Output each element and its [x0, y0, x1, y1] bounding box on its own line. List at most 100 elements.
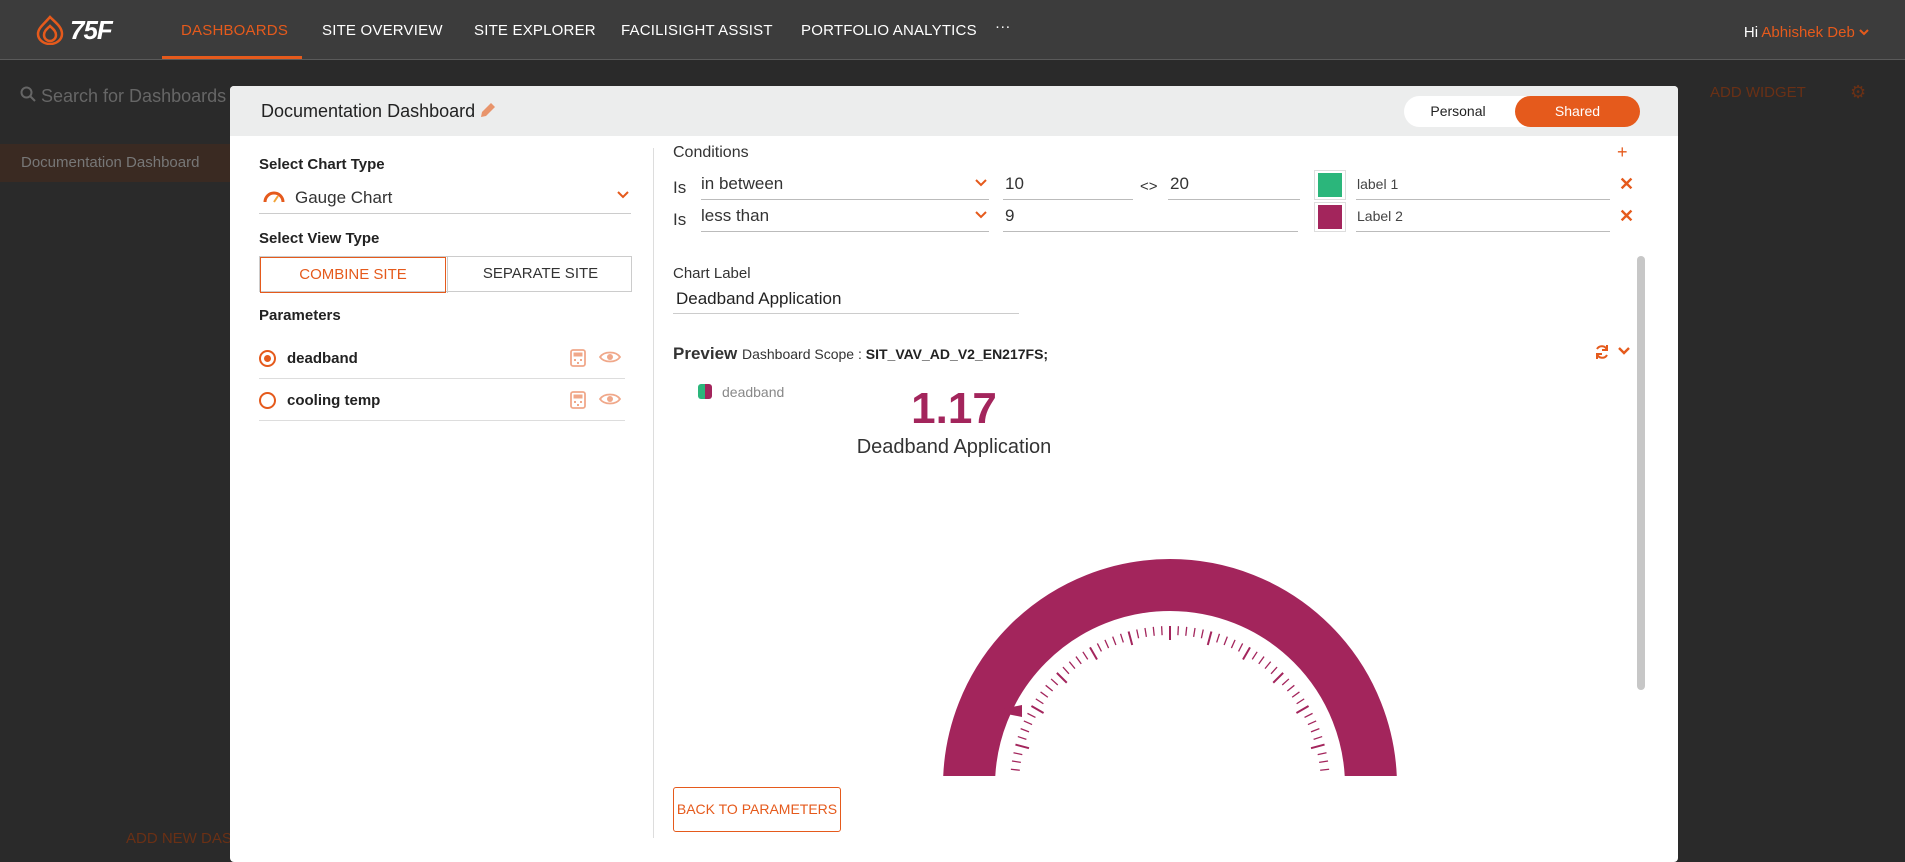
gauge-tick	[1068, 661, 1076, 670]
gauge-tick	[1040, 691, 1049, 698]
parameters-label: Parameters	[259, 307, 341, 324]
nav-active-underline	[162, 56, 302, 59]
refresh-icon[interactable]	[1594, 344, 1610, 360]
chart-type-value: Gauge Chart	[295, 188, 393, 207]
gauge-tick	[1027, 712, 1036, 719]
background-add-new: ADD NEW DAS	[126, 830, 232, 847]
chart-type-label: Select Chart Type	[259, 156, 385, 173]
nav-more-icon[interactable]: ···	[995, 18, 1011, 35]
background-dashboard-item-label: Documentation Dashboard	[21, 154, 200, 171]
gauge-tick	[1062, 666, 1070, 675]
back-to-parameters-button[interactable]: BACK TO PARAMETERS	[673, 787, 841, 832]
condition-label-input[interactable]: label 1	[1356, 170, 1610, 200]
gauge-tick	[1258, 656, 1265, 665]
gauge-tick	[1010, 768, 1020, 771]
gauge-tick	[1011, 760, 1021, 764]
gauge-tick	[1286, 684, 1295, 692]
gauge-tick	[1304, 712, 1313, 719]
view-combine-site-button[interactable]: COMBINE SITE	[260, 257, 446, 293]
nav-portfolio-analytics[interactable]: PORTFOLIO ANALYTICS	[801, 22, 977, 39]
gauge-tick	[1242, 646, 1251, 661]
nav-dashboards[interactable]: DASHBOARDS	[181, 22, 288, 39]
gauge-tick	[1223, 636, 1228, 646]
remove-condition-icon[interactable]: ✕	[1619, 206, 1634, 227]
gauge-tick	[1152, 626, 1155, 636]
add-condition-icon[interactable]: +	[1617, 142, 1628, 163]
gauge-tick	[1295, 705, 1310, 714]
remove-condition-icon[interactable]: ✕	[1619, 174, 1634, 195]
gauge-tick	[1119, 633, 1124, 643]
calculator-icon[interactable]	[570, 349, 586, 367]
user-menu[interactable]: Hi Abhishek Deb	[1744, 24, 1869, 41]
modal-title: Documentation Dashboard	[261, 101, 476, 121]
gauge-tick	[1030, 705, 1045, 714]
gauge-tick	[1050, 678, 1059, 686]
gauge-tick	[1230, 639, 1236, 649]
conditions-label: Conditions	[673, 144, 749, 161]
gauge-tick	[1216, 633, 1221, 643]
gauge-tick	[1104, 639, 1110, 649]
gauge-tick	[1185, 626, 1188, 636]
gear-icon: ⚙	[1850, 82, 1867, 102]
greet-text: Hi	[1743, 24, 1759, 41]
condition-value-2-text: 20	[1170, 174, 1189, 193]
gauge-tick	[1096, 643, 1103, 652]
dashboard-scope-value: SIT_VAV_AD_V2_EN217FS;	[865, 346, 1049, 362]
condition-value-1-text: 10	[1005, 174, 1024, 193]
gauge-tick	[1082, 651, 1089, 660]
gauge-tick	[1272, 672, 1284, 684]
condition-color-picker[interactable]	[1314, 202, 1346, 232]
gauge-tick	[1251, 651, 1258, 660]
nav-site-explorer[interactable]: SITE EXPLORER	[474, 22, 596, 39]
condition-color-picker[interactable]	[1314, 170, 1346, 200]
condition-operator-select[interactable]: in between	[701, 170, 989, 200]
chevron-down-icon	[617, 191, 629, 199]
gauge-tick	[1200, 629, 1204, 639]
toggle-personal[interactable]: Personal	[1404, 96, 1512, 127]
nav-site-overview[interactable]: SITE OVERVIEW	[322, 22, 443, 39]
gauge-arc	[943, 559, 1397, 776]
chart-label-value: Deadband Application	[676, 289, 842, 308]
chevron-down-icon[interactable]	[1618, 346, 1630, 356]
condition-value-2[interactable]: 20	[1168, 170, 1300, 200]
chevron-down-icon	[975, 179, 987, 187]
gauge-tick	[1017, 735, 1027, 740]
pencil-icon[interactable]	[478, 100, 498, 120]
background-add-widget: ADD WIDGET	[1710, 84, 1806, 101]
condition-operator: less than	[701, 206, 770, 225]
search-icon	[20, 86, 36, 102]
preview-title: Preview	[673, 344, 738, 363]
gauge-tick	[1127, 631, 1134, 646]
gauge-value: 1.17	[911, 384, 997, 433]
condition-value-1[interactable]: 9	[1003, 202, 1298, 232]
view-type-group: COMBINE SITE SEPARATE SITE	[259, 256, 633, 293]
view-type-label: Select View Type	[259, 230, 380, 247]
chart-label-input[interactable]: Deadband Application	[673, 284, 1019, 314]
gauge-label: Deadband Application	[856, 436, 1052, 458]
gauge-tick	[1192, 627, 1196, 637]
scrollbar[interactable]	[1637, 256, 1645, 690]
condition-value-1[interactable]: 10	[1003, 170, 1133, 200]
condition-label-input[interactable]: Label 2	[1356, 202, 1610, 232]
condition-operator-select[interactable]: less than	[701, 202, 989, 232]
gauge-tick	[1270, 666, 1278, 675]
condition-is: Is	[673, 210, 687, 229]
gauge-tick	[1296, 698, 1305, 705]
nav-facilisight-assist[interactable]: FACILISIGHT ASSIST	[621, 22, 773, 39]
gauge-tick	[1206, 631, 1213, 646]
condition-label-text: label 1	[1357, 176, 1399, 192]
gauge-chart	[870, 496, 1470, 776]
parameter-row[interactable]: deadband	[259, 337, 625, 379]
chart-type-select[interactable]: Gauge Chart	[259, 182, 631, 214]
color-swatch	[1318, 205, 1342, 229]
toggle-shared[interactable]: Shared	[1515, 96, 1640, 127]
logo[interactable]: 75F	[36, 14, 113, 46]
gauge-tick	[1320, 768, 1330, 771]
view-separate-site-button[interactable]: SEPARATE SITE	[447, 257, 633, 293]
gauge-tick	[1112, 636, 1117, 646]
condition-operator: in between	[701, 174, 784, 193]
parameter-radio[interactable]	[259, 350, 276, 367]
gauge-tick	[1020, 728, 1030, 733]
eye-icon[interactable]	[599, 350, 621, 364]
gauge-tick	[1136, 629, 1140, 639]
